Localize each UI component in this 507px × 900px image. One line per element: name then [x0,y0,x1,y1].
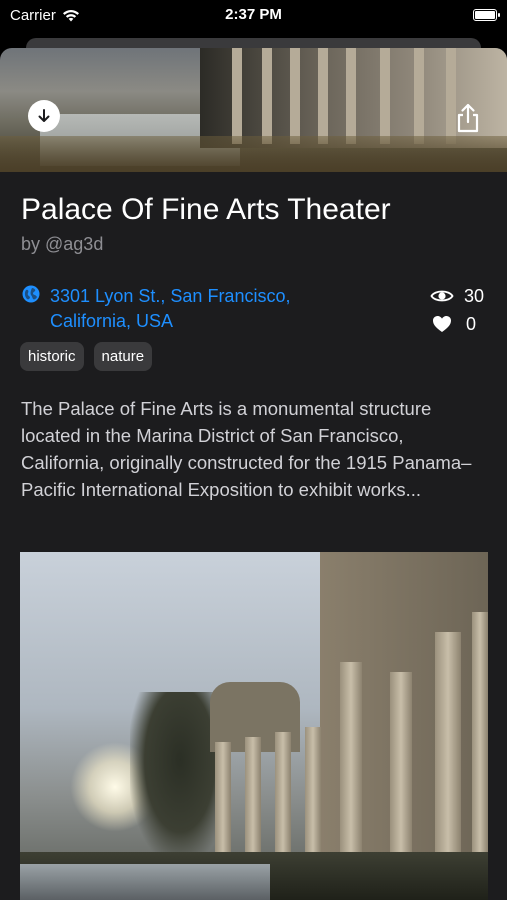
views-stat: 30 [430,282,484,310]
likes-stat[interactable]: 0 [430,310,484,338]
status-time: 2:37 PM [225,6,282,23]
share-icon[interactable] [454,102,482,134]
heart-icon[interactable] [430,315,456,333]
likes-count: 0 [466,313,477,334]
place-description: The Palace of Fine Arts is a monumental … [21,398,472,500]
author-link[interactable]: by @ag3d [21,234,103,255]
hero-image [0,48,507,172]
tag-nature[interactable]: nature [93,342,153,371]
download-icon [38,109,50,122]
location-row[interactable]: 3301 Lyon St., San Francisco, California… [22,284,320,334]
place-title: Palace Of Fine Arts Theater [21,193,391,226]
tag-historic[interactable]: historic [20,342,84,371]
download-button[interactable] [28,100,60,132]
address-link[interactable]: 3301 Lyon St., San Francisco, California… [50,284,320,334]
eye-icon [430,290,454,302]
place-detail-sheet: Palace Of Fine Arts Theater by @ag3d 330… [0,48,507,900]
stats: 30 0 [430,282,484,338]
globe-icon [22,285,40,303]
battery-icon [473,9,500,21]
views-count: 30 [464,285,485,306]
status-bar: Carrier 2:37 PM [0,0,507,30]
place-photo[interactable] [20,552,488,900]
tag-list: historic nature [20,342,153,371]
